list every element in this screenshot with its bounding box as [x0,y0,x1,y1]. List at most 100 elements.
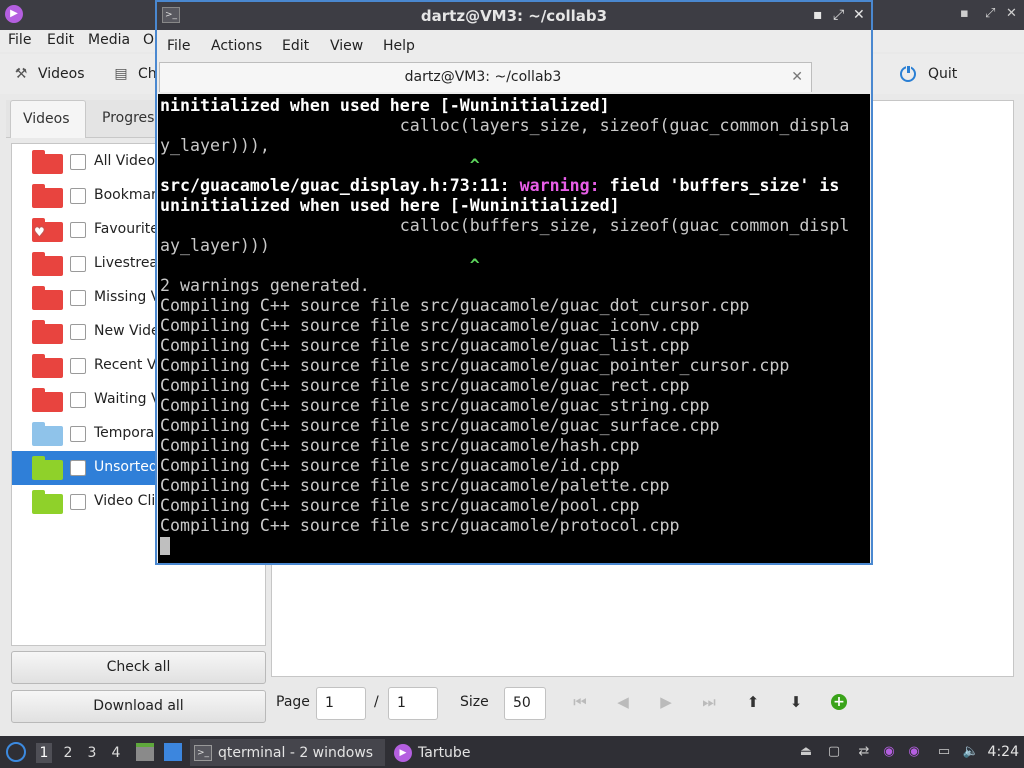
menu-file[interactable]: File [8,32,31,48]
file-manager-icon[interactable] [136,743,154,761]
folder-icon [32,252,63,276]
term-menu-actions[interactable]: Actions [211,38,262,54]
folder-checkbox[interactable] [70,256,86,272]
terminal-line: ninitialized when used here [-Wuninitial… [160,96,610,115]
tartube-tray-icon[interactable]: ◉ [880,744,898,760]
folder-checkbox[interactable] [70,222,86,238]
folder-label: Waiting V [94,391,161,407]
terminal-line: Compiling C++ source file src/guacamole/… [160,456,620,475]
page-separator: / [374,694,379,710]
clock: 4:24 [987,744,1019,760]
folder-icon [32,354,63,378]
task-qterminal[interactable]: >_ qterminal - 2 windows [190,739,385,766]
terminal-line: ay_layer))) [160,236,270,255]
terminal-tab[interactable]: dartz@VM3: ~/collab3 ✕ [159,62,812,92]
minimize-icon[interactable]: ▪ [813,7,823,23]
updates-icon[interactable]: ⏏ [797,744,815,760]
quit-button[interactable]: Quit [900,62,957,86]
folder-label: Recent Vi [94,357,160,373]
qterminal-menubar: File Actions Edit View Help [157,32,871,60]
terminal-line: 2 warnings generated. [160,276,370,295]
window-icon[interactable]: ▢ [825,744,843,760]
folder-icon [32,286,63,310]
menu-media[interactable]: Media [88,32,130,48]
task-tartube[interactable]: ▶ Tartube [390,739,490,766]
folder-label: All Videos [94,153,163,169]
terminal-tab-title: dartz@VM3: ~/collab3 [404,69,562,85]
term-menu-help[interactable]: Help [383,38,415,54]
folder-checkbox[interactable] [70,426,86,442]
menu-edit[interactable]: Edit [47,32,74,48]
desktop-1[interactable]: 1 [36,743,52,763]
terminal-line: uninitialized when used here [-Wuninitia… [160,196,620,215]
page-input[interactable]: 1 [316,687,366,720]
first-page-icon[interactable]: ⏮ [570,692,590,712]
folder-icon [32,490,63,514]
last-page-icon[interactable]: ⏭ [699,692,719,712]
terminal-output[interactable]: ninitialized when used here [-Wuninitial… [158,94,870,563]
clipboard-icon[interactable]: ▭ [935,744,953,760]
folder-label: Unsorted [94,459,158,475]
warning-location: src/guacamole/guac_display.h:73:11: [160,176,520,195]
power-icon [900,65,916,82]
check-all-button[interactable]: Check all [11,651,266,684]
terminal-line: Compiling C++ source file src/guacamole/… [160,336,690,355]
minimize-icon[interactable]: ▪ [960,6,969,22]
maximize-icon[interactable]: ⤢ [833,7,844,23]
qterminal-window: >_ dartz@VM3: ~/collab3 ▪ ⤢ ✕ File Actio… [155,0,873,565]
size-input[interactable]: 50 [504,687,546,720]
scroll-up-arrow-icon[interactable]: ⬆ [743,692,763,712]
close-icon[interactable]: ✕ [853,7,865,23]
menu-options[interactable]: O [143,32,154,48]
taskbar: 1 2 3 4 >_ qterminal - 2 windows ▶ Tartu… [0,736,1024,768]
folder-icon [32,388,63,412]
folder-checkbox[interactable] [70,324,86,340]
term-menu-edit[interactable]: Edit [282,38,309,54]
channel-icon: ▤ [114,66,128,82]
add-icon[interactable]: + [831,694,847,710]
folder-icon [32,456,63,480]
terminal-line: Compiling C++ source file src/guacamole/… [160,416,720,435]
folder-checkbox[interactable] [70,392,86,408]
page-total-field: 1 [388,687,438,720]
tartube-tray-icon-2[interactable]: ◉ [905,744,923,760]
show-desktop-icon[interactable] [164,743,182,761]
folder-checkbox[interactable] [70,358,86,374]
terminal-line: Compiling C++ source file src/guacamole/… [160,376,690,395]
folder-checkbox[interactable] [70,154,86,170]
folder-checkbox[interactable] [70,494,86,510]
previous-page-icon[interactable]: ◀ [613,692,633,712]
folder-label: Bookmar [94,187,157,203]
folder-checkbox[interactable] [70,460,86,476]
qterminal-titlebar[interactable]: >_ dartz@VM3: ~/collab3 ▪ ⤢ ✕ [157,2,871,30]
desktop-4[interactable]: 4 [108,743,124,763]
download-all-button[interactable]: Download all [11,690,266,723]
terminal-line: y_layer))), [160,136,270,155]
pagination-bar: Page 1 / 1 Size 50 ⏮ ◀ ▶ ⏭ ⬆ ⬇ + [271,684,1024,722]
size-label: Size [460,694,489,710]
scroll-down-arrow-icon[interactable]: ⬇ [786,692,806,712]
channel-button[interactable]: ▤ Ch [112,62,157,86]
close-tab-icon[interactable]: ✕ [791,69,803,85]
folder-icon [32,320,63,344]
terminal-line: Compiling C++ source file src/guacamole/… [160,396,710,415]
maximize-icon[interactable]: ⤢ [985,6,995,22]
task-qterminal-label: qterminal - 2 windows [218,744,374,761]
desktop-3[interactable]: 3 [84,743,100,763]
folder-checkbox[interactable] [70,188,86,204]
term-menu-file[interactable]: File [167,38,190,54]
tab-videos[interactable]: Videos [10,100,86,138]
term-menu-view[interactable]: View [330,38,363,54]
sync-icon[interactable]: ⇄ [855,744,873,760]
folder-icon [32,150,63,174]
terminal-line: ^ [160,256,480,275]
terminal-line: Compiling C++ source file src/guacamole/… [160,516,680,535]
volume-icon[interactable]: 🔈 [962,744,980,760]
folder-checkbox[interactable] [70,290,86,306]
videos-button[interactable]: ⚒ Videos [12,62,85,86]
close-icon[interactable]: ✕ [1006,6,1017,22]
next-page-icon[interactable]: ▶ [656,692,676,712]
start-menu-icon[interactable] [6,742,26,762]
desktop-2[interactable]: 2 [60,743,76,763]
channel-button-label: Ch [138,66,157,82]
